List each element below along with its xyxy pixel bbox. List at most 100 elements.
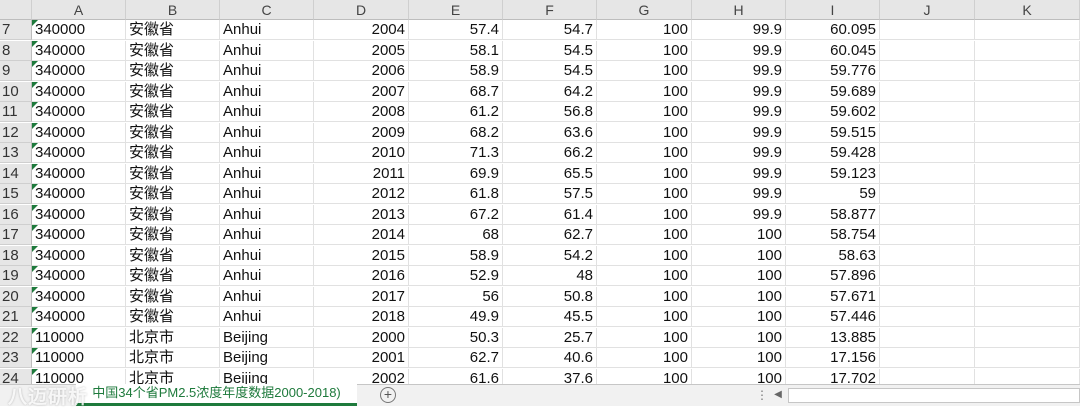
cell-a[interactable]: 340000 bbox=[32, 61, 126, 81]
row-header[interactable]: 20 bbox=[0, 286, 32, 307]
cell-j[interactable] bbox=[880, 286, 975, 307]
cell-i[interactable]: 60.045 bbox=[786, 40, 880, 61]
column-header-h[interactable]: H bbox=[692, 0, 786, 20]
cell-b[interactable]: 北京市 bbox=[126, 348, 220, 368]
cell-d[interactable]: 2012 bbox=[314, 184, 409, 204]
cell-i[interactable]: 59.689 bbox=[786, 81, 880, 102]
cell-a[interactable]: 340000 bbox=[32, 245, 126, 266]
cell-d[interactable]: 2010 bbox=[314, 143, 409, 163]
cell-g[interactable]: 100 bbox=[597, 163, 692, 184]
cell-f[interactable]: 64.2 bbox=[503, 81, 597, 102]
cell-i[interactable]: 57.671 bbox=[786, 286, 880, 307]
cell-k[interactable] bbox=[975, 102, 1080, 122]
column-header-g[interactable]: G bbox=[597, 0, 692, 20]
cell-e[interactable]: 49.9 bbox=[409, 307, 503, 327]
cell-h[interactable]: 100 bbox=[692, 286, 786, 307]
cell-f[interactable]: 62.7 bbox=[503, 225, 597, 245]
cell-k[interactable] bbox=[975, 307, 1080, 327]
cell-k[interactable] bbox=[975, 122, 1080, 143]
cell-b[interactable]: 安徽省 bbox=[126, 184, 220, 204]
cell-c[interactable]: Anhui bbox=[220, 266, 314, 286]
cell-a[interactable]: 340000 bbox=[32, 225, 126, 245]
cell-i[interactable]: 17.156 bbox=[786, 348, 880, 368]
cell-h[interactable]: 100 bbox=[692, 266, 786, 286]
cell-a[interactable]: 340000 bbox=[32, 81, 126, 102]
scroll-left-arrow-icon[interactable]: ◀ bbox=[771, 388, 785, 402]
horizontal-scrollbar[interactable] bbox=[788, 388, 1080, 403]
cell-k[interactable] bbox=[975, 204, 1080, 225]
cell-j[interactable] bbox=[880, 40, 975, 61]
cell-b[interactable]: 安徽省 bbox=[126, 245, 220, 266]
cell-c[interactable]: Anhui bbox=[220, 286, 314, 307]
cell-g[interactable]: 100 bbox=[597, 266, 692, 286]
cell-a[interactable]: 340000 bbox=[32, 122, 126, 143]
cell-h[interactable]: 100 bbox=[692, 348, 786, 368]
cell-i[interactable]: 58.63 bbox=[786, 245, 880, 266]
column-header-b[interactable]: B bbox=[126, 0, 220, 20]
row-header[interactable]: 10 bbox=[0, 81, 32, 102]
cell-j[interactable] bbox=[880, 348, 975, 368]
cell-e[interactable]: 67.2 bbox=[409, 204, 503, 225]
cell-i[interactable]: 57.896 bbox=[786, 266, 880, 286]
cell-h[interactable]: 99.9 bbox=[692, 102, 786, 122]
cell-a[interactable]: 340000 bbox=[32, 102, 126, 122]
select-all-corner[interactable] bbox=[0, 0, 32, 20]
cell-a[interactable]: 340000 bbox=[32, 20, 126, 40]
cell-j[interactable] bbox=[880, 307, 975, 327]
cell-f[interactable]: 66.2 bbox=[503, 143, 597, 163]
cell-j[interactable] bbox=[880, 184, 975, 204]
cell-b[interactable]: 安徽省 bbox=[126, 61, 220, 81]
cell-i[interactable]: 58.754 bbox=[786, 225, 880, 245]
cell-j[interactable] bbox=[880, 122, 975, 143]
cell-i[interactable]: 59.776 bbox=[786, 61, 880, 81]
cell-g[interactable]: 100 bbox=[597, 348, 692, 368]
cell-k[interactable] bbox=[975, 327, 1080, 348]
cell-c[interactable]: Anhui bbox=[220, 143, 314, 163]
cell-b[interactable]: 安徽省 bbox=[126, 102, 220, 122]
cell-d[interactable]: 2013 bbox=[314, 204, 409, 225]
cell-d[interactable]: 2009 bbox=[314, 122, 409, 143]
cell-i[interactable]: 58.877 bbox=[786, 204, 880, 225]
cell-f[interactable]: 65.5 bbox=[503, 163, 597, 184]
cell-g[interactable]: 100 bbox=[597, 61, 692, 81]
cell-b[interactable]: 安徽省 bbox=[126, 122, 220, 143]
cell-h[interactable]: 99.9 bbox=[692, 204, 786, 225]
cell-c[interactable]: Anhui bbox=[220, 245, 314, 266]
cell-k[interactable] bbox=[975, 143, 1080, 163]
cell-h[interactable]: 100 bbox=[692, 327, 786, 348]
cell-a[interactable]: 340000 bbox=[32, 266, 126, 286]
cell-b[interactable]: 安徽省 bbox=[126, 20, 220, 40]
row-header[interactable]: 23 bbox=[0, 348, 32, 368]
cell-h[interactable]: 99.9 bbox=[692, 163, 786, 184]
cell-d[interactable]: 2017 bbox=[314, 286, 409, 307]
cell-d[interactable]: 2005 bbox=[314, 40, 409, 61]
column-header-i[interactable]: I bbox=[786, 0, 880, 20]
column-header-a[interactable]: A bbox=[32, 0, 126, 20]
cell-c[interactable]: Anhui bbox=[220, 81, 314, 102]
cell-i[interactable]: 59.123 bbox=[786, 163, 880, 184]
cell-b[interactable]: 安徽省 bbox=[126, 225, 220, 245]
cell-g[interactable]: 100 bbox=[597, 307, 692, 327]
cell-c[interactable]: Anhui bbox=[220, 20, 314, 40]
row-header[interactable]: 15 bbox=[0, 184, 32, 204]
cell-g[interactable]: 100 bbox=[597, 122, 692, 143]
cell-j[interactable] bbox=[880, 20, 975, 40]
row-header[interactable]: 12 bbox=[0, 122, 32, 143]
cell-j[interactable] bbox=[880, 245, 975, 266]
sheet-tab-active[interactable]: 中国34个省PM2.5浓度年度数据2000-2018) bbox=[76, 384, 357, 406]
cell-i[interactable]: 13.885 bbox=[786, 327, 880, 348]
row-header[interactable]: 19 bbox=[0, 266, 32, 286]
cell-h[interactable]: 100 bbox=[692, 225, 786, 245]
cell-d[interactable]: 2008 bbox=[314, 102, 409, 122]
cell-a[interactable]: 340000 bbox=[32, 184, 126, 204]
cell-k[interactable] bbox=[975, 81, 1080, 102]
cell-b[interactable]: 安徽省 bbox=[126, 204, 220, 225]
cell-g[interactable]: 100 bbox=[597, 81, 692, 102]
cell-a[interactable]: 110000 bbox=[32, 327, 126, 348]
cell-d[interactable]: 2000 bbox=[314, 327, 409, 348]
row-header[interactable]: 21 bbox=[0, 307, 32, 327]
column-header-e[interactable]: E bbox=[409, 0, 503, 20]
cell-g[interactable]: 100 bbox=[597, 245, 692, 266]
column-header-c[interactable]: C bbox=[220, 0, 314, 20]
cell-a[interactable]: 340000 bbox=[32, 40, 126, 61]
